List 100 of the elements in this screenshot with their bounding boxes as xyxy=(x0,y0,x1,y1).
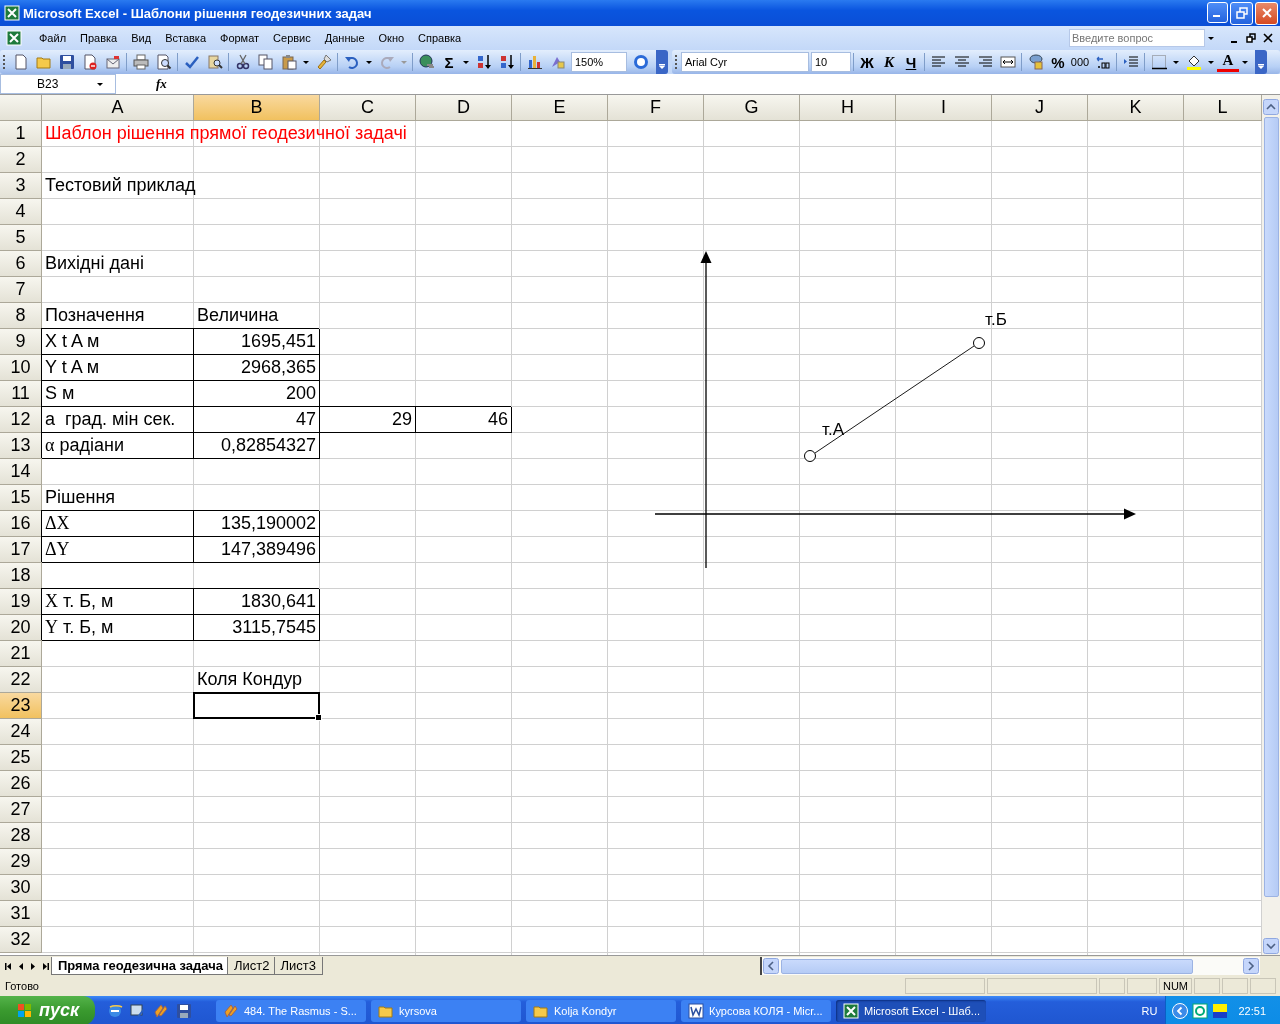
app-tray-icon[interactable] xyxy=(1192,1002,1209,1019)
row-header[interactable]: 17 xyxy=(0,537,42,563)
fill-color-icon[interactable] xyxy=(1185,54,1202,70)
align-right-icon[interactable] xyxy=(976,54,993,70)
percent-button[interactable]: % xyxy=(1047,51,1069,73)
row-header[interactable]: 10 xyxy=(0,355,42,381)
row-header[interactable]: 7 xyxy=(0,277,42,303)
row-header[interactable]: 25 xyxy=(0,745,42,771)
document-icon[interactable] xyxy=(81,54,98,70)
align-center-icon[interactable] xyxy=(953,54,970,70)
caret-icon[interactable] xyxy=(463,60,469,64)
scroll-right-icon[interactable] xyxy=(1243,958,1259,974)
menu-item[interactable]: Вставка xyxy=(158,32,213,44)
caret-icon[interactable] xyxy=(1208,60,1214,64)
column-header[interactable]: I xyxy=(896,95,992,121)
indent-icon[interactable] xyxy=(1122,54,1139,70)
close-icon[interactable] xyxy=(1263,33,1273,43)
row-header[interactable]: 18 xyxy=(0,563,42,589)
row-header[interactable]: 11 xyxy=(0,381,42,407)
bold-button[interactable]: Ж xyxy=(856,51,878,73)
paste-icon[interactable] xyxy=(280,54,297,70)
decimal-icon[interactable] xyxy=(1094,54,1111,70)
caret-icon[interactable] xyxy=(366,60,372,64)
row-header[interactable]: 32 xyxy=(0,927,42,953)
taskbar-button[interactable]: Kolja Kondyr xyxy=(526,999,676,1022)
autosum-button[interactable]: Σ xyxy=(438,51,460,73)
next-sheet-icon[interactable] xyxy=(28,960,38,972)
restore-button[interactable] xyxy=(1230,1,1253,25)
row-header[interactable]: 31 xyxy=(0,901,42,927)
sort-ascending-icon[interactable] xyxy=(475,54,492,70)
menu-item[interactable]: Сервис xyxy=(266,32,318,44)
sheet-tab[interactable]: Лист2 xyxy=(227,957,277,975)
spellcheck-icon[interactable] xyxy=(183,54,200,70)
horizontal-scrollbar[interactable] xyxy=(760,957,1260,975)
function-button[interactable]: fx xyxy=(156,76,167,92)
row-header[interactable]: 21 xyxy=(0,641,42,667)
close-button[interactable] xyxy=(1255,1,1278,25)
save-icon[interactable] xyxy=(176,1002,192,1019)
thousands-button[interactable]: 000 xyxy=(1069,51,1091,73)
brush-icon[interactable] xyxy=(315,54,332,70)
row-header[interactable]: 22 xyxy=(0,667,42,693)
row-header[interactable]: 1 xyxy=(0,121,42,147)
copy-icon[interactable] xyxy=(257,54,274,70)
font-dropdown[interactable]: Arial Cyr xyxy=(681,52,809,72)
undo-icon[interactable] xyxy=(343,54,360,70)
media-player-icon[interactable] xyxy=(153,1002,169,1019)
caret-icon[interactable] xyxy=(1173,60,1179,64)
row-header[interactable]: 27 xyxy=(0,797,42,823)
selected-cell[interactable] xyxy=(193,692,320,719)
menu-item[interactable]: Вид xyxy=(124,32,159,44)
merge-cells-icon[interactable] xyxy=(999,54,1016,70)
first-sheet-icon[interactable] xyxy=(4,960,14,972)
last-sheet-icon[interactable] xyxy=(40,960,50,972)
start-button[interactable]: пуск xyxy=(0,996,95,1024)
row-header[interactable]: 20 xyxy=(0,615,42,641)
caret-icon[interactable] xyxy=(303,60,309,64)
align-left-icon[interactable] xyxy=(930,54,947,70)
row-header[interactable]: 24 xyxy=(0,719,42,745)
print-preview-icon[interactable] xyxy=(155,54,172,70)
envelope-icon[interactable] xyxy=(104,54,121,70)
column-header[interactable]: J xyxy=(992,95,1088,121)
borders-icon[interactable] xyxy=(1150,54,1167,70)
scroll-up-icon[interactable] xyxy=(1263,99,1279,115)
taskbar-button[interactable]: kyrsova xyxy=(371,999,521,1022)
scroll-thumb[interactable] xyxy=(1263,117,1279,897)
menu-item[interactable]: Справка xyxy=(411,32,469,44)
hyperlink-icon[interactable] xyxy=(418,54,435,70)
app-tray-icon[interactable] xyxy=(1212,1002,1229,1019)
font-size-dropdown[interactable]: 10 xyxy=(811,52,851,72)
help-icon[interactable] xyxy=(632,54,649,70)
underline-button[interactable]: Ч xyxy=(900,51,922,73)
column-header[interactable]: D xyxy=(416,95,512,121)
currency-icon[interactable] xyxy=(1027,54,1044,70)
print-icon[interactable] xyxy=(132,54,149,70)
help-search-field[interactable]: Введите вопрос xyxy=(1069,29,1205,47)
taskbar-button[interactable]: 484. The Rasmus - S... xyxy=(216,999,366,1022)
row-header[interactable]: 2 xyxy=(0,147,42,173)
row-header[interactable]: 4 xyxy=(0,199,42,225)
save-icon[interactable] xyxy=(58,54,75,70)
minimize-button[interactable] xyxy=(1207,1,1228,23)
chart-icon[interactable] xyxy=(526,54,543,70)
new-document-icon[interactable] xyxy=(12,54,29,70)
cut-icon[interactable] xyxy=(234,54,251,70)
column-header[interactable]: L xyxy=(1184,95,1262,121)
taskbar-button[interactable]: Microsoft Excel - Шаб... xyxy=(836,999,986,1022)
expand-tray-icon[interactable] xyxy=(1172,1002,1189,1019)
browser-icon[interactable] xyxy=(107,1002,123,1019)
research-icon[interactable] xyxy=(206,54,223,70)
row-header[interactable]: 12 xyxy=(0,407,42,433)
taskbar-button[interactable]: Курсова КОЛЯ - Micr... xyxy=(681,999,831,1022)
row-header[interactable]: 30 xyxy=(0,875,42,901)
column-header[interactable]: F xyxy=(608,95,704,121)
column-header[interactable]: G xyxy=(704,95,800,121)
italic-button[interactable]: К xyxy=(878,51,900,73)
column-header[interactable]: B xyxy=(194,95,320,121)
row-header[interactable]: 6 xyxy=(0,251,42,277)
menu-item[interactable]: Файл xyxy=(32,32,74,44)
column-header[interactable]: H xyxy=(800,95,896,121)
menu-item[interactable]: Формат xyxy=(213,32,267,44)
row-header[interactable]: 3 xyxy=(0,173,42,199)
